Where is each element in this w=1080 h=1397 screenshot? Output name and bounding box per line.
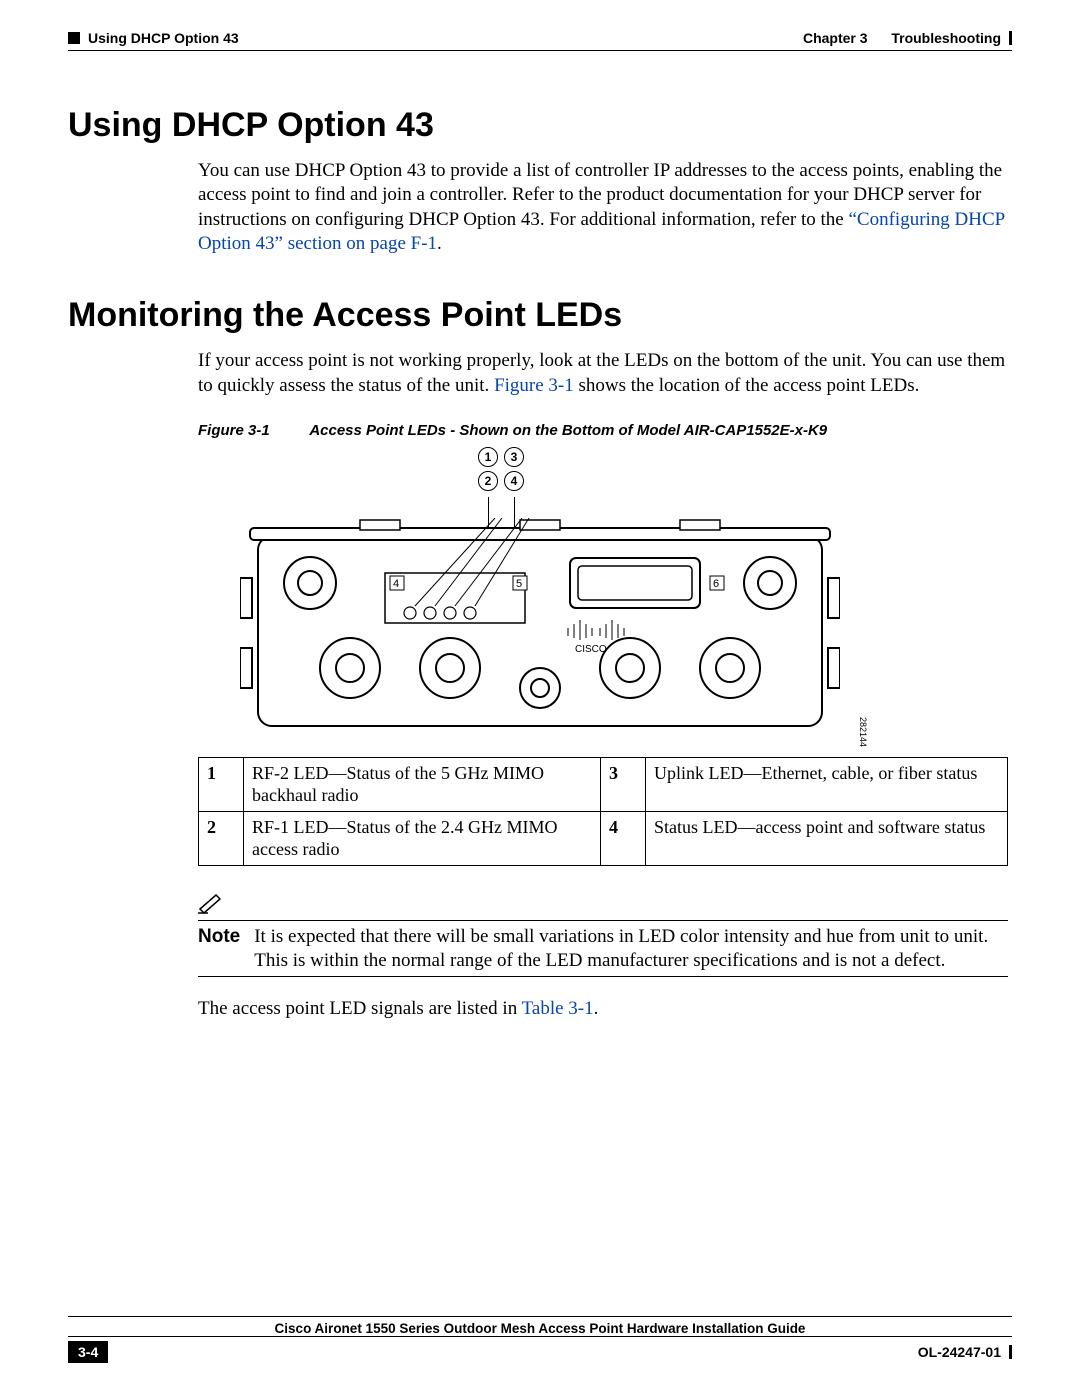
svg-text:4: 4 <box>393 578 399 590</box>
section-title-dhcp: Using DHCP Option 43 <box>68 106 1012 145</box>
table-row: 1 RF-2 LED—Status of the 5 GHz MIMO back… <box>199 757 1008 811</box>
legend-num: 4 <box>601 811 646 865</box>
dhcp-paragraph: You can use DHCP Option 43 to provide a … <box>198 159 1012 256</box>
footer-doc-number-text: OL-24247-01 <box>918 1344 1001 1360</box>
header-bar-icon <box>1009 31 1012 45</box>
header-left: Using DHCP Option 43 <box>68 30 239 46</box>
after-note-paragraph: The access point LED signals are listed … <box>198 997 1012 1021</box>
legend-desc: Uplink LED—Ethernet, cable, or fiber sta… <box>646 757 1008 811</box>
legend-num: 1 <box>199 757 244 811</box>
figure-3-1: 1 2 3 4 <box>220 447 860 747</box>
dhcp-text-b: . <box>437 233 442 254</box>
section-title-leds: Monitoring the Access Point LEDs <box>68 296 1012 335</box>
figure-callouts: 1 2 3 4 <box>478 447 524 527</box>
leds-xref-link[interactable]: Figure 3-1 <box>494 375 574 396</box>
header-right: Chapter 3 Troubleshooting <box>803 30 1012 46</box>
figure-caption-text: Access Point LEDs - Shown on the Bottom … <box>309 422 827 439</box>
figure-legend-table: 1 RF-2 LED—Status of the 5 GHz MIMO back… <box>198 757 1008 866</box>
svg-text:5: 5 <box>516 578 522 590</box>
after-note-b: . <box>594 998 599 1019</box>
after-note-a: The access point LED signals are listed … <box>198 998 522 1019</box>
footer-bar-icon <box>1009 1345 1012 1359</box>
footer-doc-number: OL-24247-01 <box>918 1344 1012 1360</box>
note-text: It is expected that there will be small … <box>254 925 1008 974</box>
table-row: 2 RF-1 LED—Status of the 2.4 GHz MIMO ac… <box>199 811 1008 865</box>
running-header: Using DHCP Option 43 Chapter 3 Troublesh… <box>68 30 1012 46</box>
table-xref-link[interactable]: Table 3-1 <box>522 998 594 1019</box>
header-chapter-title: Troubleshooting <box>891 30 1001 46</box>
note-pen-icon <box>198 894 1008 920</box>
leds-paragraph: If your access point is not working prop… <box>198 349 1012 398</box>
note-label: Note <box>198 925 240 974</box>
legend-desc: RF-1 LED—Status of the 2.4 GHz MIMO acce… <box>244 811 601 865</box>
header-rule <box>68 50 1012 51</box>
legend-num: 2 <box>199 811 244 865</box>
footer-guide-title: Cisco Aironet 1550 Series Outdoor Mesh A… <box>68 1321 1012 1336</box>
legend-num: 3 <box>601 757 646 811</box>
page-footer: Cisco Aironet 1550 Series Outdoor Mesh A… <box>68 1316 1012 1363</box>
legend-desc: Status LED—access point and software sta… <box>646 811 1008 865</box>
header-block-icon <box>68 32 80 44</box>
figure-part-number: 282144 <box>858 717 868 747</box>
callout-3: 3 <box>504 447 524 467</box>
figure-number: Figure 3-1 <box>198 422 270 439</box>
header-chapter-label: Chapter 3 <box>803 30 868 46</box>
device-illustration: 4 5 6 <box>240 518 840 743</box>
callout-1: 1 <box>478 447 498 467</box>
svg-text:6: 6 <box>713 578 719 590</box>
svg-text:CISCO: CISCO <box>575 644 607 655</box>
callout-2: 2 <box>478 471 498 491</box>
legend-desc: RF-2 LED—Status of the 5 GHz MIMO backha… <box>244 757 601 811</box>
header-section-title: Using DHCP Option 43 <box>88 30 239 46</box>
figure-caption: Figure 3-1 Access Point LEDs - Shown on … <box>198 422 1012 439</box>
callout-4: 4 <box>504 471 524 491</box>
note-block: Note It is expected that there will be s… <box>198 894 1008 977</box>
leds-text-b: shows the location of the access point L… <box>574 375 920 396</box>
footer-page-number: 3-4 <box>68 1341 108 1363</box>
